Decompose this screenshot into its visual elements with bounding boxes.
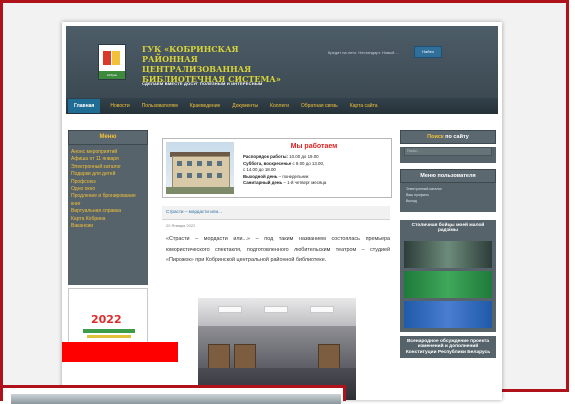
org-title[interactable]: ГУК «Кобринская районная централизованна… xyxy=(142,44,292,84)
logo-caption: Кобрин xyxy=(99,71,125,79)
gallery-thumbnail[interactable] xyxy=(404,270,492,298)
left-menu-item[interactable]: Виртуальная справка xyxy=(71,208,145,215)
banner-ribbon-graphic xyxy=(83,329,135,333)
work-hours-box: Мы работаем Распорядок работы: 10.00 до … xyxy=(162,138,392,198)
nav-item-home[interactable]: Главная xyxy=(68,99,101,113)
work-hours-line: Распорядок работы: 10.00 до 19.00 xyxy=(243,154,319,159)
nav-item-local-history[interactable]: Краеведение xyxy=(190,103,221,109)
nav-item-sitemap[interactable]: Карта сайта xyxy=(350,103,378,109)
work-hours-line: Суббота, воскресенье с 9.00 до 13.00, xyxy=(243,160,325,166)
main-nav: Главная Новости Пользователям Краеведени… xyxy=(66,98,498,114)
left-menu-item[interactable]: Анонс мероприятий xyxy=(71,149,145,156)
left-menu-item[interactable]: Подарки для детей xyxy=(71,171,145,178)
nav-item-colleagues[interactable]: Коллеги xyxy=(270,103,289,109)
logo[interactable]: Кобрин xyxy=(98,44,126,80)
left-menu-item[interactable]: Профсоюз xyxy=(71,179,145,186)
left-menu-item[interactable]: Афиша от 11 января xyxy=(71,156,145,163)
nav-item-documents[interactable]: Документы xyxy=(232,103,258,109)
left-menu-item[interactable]: Одно окно xyxy=(71,186,145,193)
nav-item-feedback[interactable]: Обратная связь xyxy=(301,103,338,109)
second-screenshot-frame xyxy=(0,385,346,404)
left-menu-item[interactable]: Продление и бронирование книг xyxy=(71,193,145,208)
site-search-input[interactable]: Поиск... xyxy=(404,147,492,156)
user-menu-item[interactable]: Выход xyxy=(400,198,496,204)
work-hours-lines: Распорядок работы: 10.00 до 19.00 Суббот… xyxy=(243,154,391,187)
gallery xyxy=(400,236,496,332)
redaction-bar xyxy=(62,342,178,362)
work-hours-line: Выходной день – понедельник xyxy=(243,173,309,179)
gallery-thumbnail[interactable] xyxy=(404,300,492,328)
left-menu-item[interactable]: Вакансии xyxy=(71,223,145,230)
banner-ribbon-graphic xyxy=(87,335,131,338)
left-menu: Анонс мероприятий Афиша от 11 января Эле… xyxy=(68,145,148,285)
main-content: Мы работаем Распорядок работы: 10.00 до … xyxy=(158,130,392,400)
header-search-input[interactable]: Кредит на лето. Нестандарт. Новый ... xyxy=(328,50,399,55)
header-search-button[interactable]: Найти xyxy=(414,46,442,58)
right-sidebar: Поиск по сайту Поиск... Меню пользовател… xyxy=(400,130,496,400)
user-menu-title: Меню пользователя xyxy=(400,169,496,183)
library-building-image xyxy=(166,142,234,194)
left-menu-item[interactable]: Карта Кобрина xyxy=(71,216,145,223)
user-menu: Электронный каталог Ваш профиль Выход xyxy=(400,183,496,212)
work-hours-title: Мы работаем xyxy=(290,143,338,150)
site-search-box: Поиск... xyxy=(400,147,496,163)
constitution-banner[interactable]: Всенародное обсуждение проекта изменений… xyxy=(400,335,496,359)
book-icon xyxy=(103,51,121,65)
gallery-thumbnail[interactable] xyxy=(404,240,492,268)
site-search-title: Поиск по сайту xyxy=(400,130,496,144)
work-hours-line: Санитарный день – 1-й четверг месяца xyxy=(243,180,327,186)
article-title[interactable]: Страсти – мордасти или... xyxy=(166,209,222,214)
article-date: 20 Января 2022 xyxy=(166,223,196,228)
article-header: Страсти – мордасти или... xyxy=(162,206,390,220)
nav-item-users[interactable]: Пользователям xyxy=(142,103,178,109)
nav-item-news[interactable]: Новости xyxy=(110,103,129,109)
second-screenshot-header xyxy=(11,394,341,404)
article-text: «Страсти – мордасти или...» – под таким … xyxy=(166,236,390,264)
site-slogan: СДЕЛАЕМ ВМЕСТЕ ДОСУГ ПОЛЕЗНЫМ И ИНТЕРЕСН… xyxy=(142,81,263,86)
banner-year: 2022 xyxy=(91,313,122,326)
gallery-title: Столичная бойцы моей малой радзімы xyxy=(400,220,496,237)
left-menu-title: Меню xyxy=(68,130,148,145)
work-hours-line: с 14.00 до 18.00 xyxy=(243,167,276,173)
